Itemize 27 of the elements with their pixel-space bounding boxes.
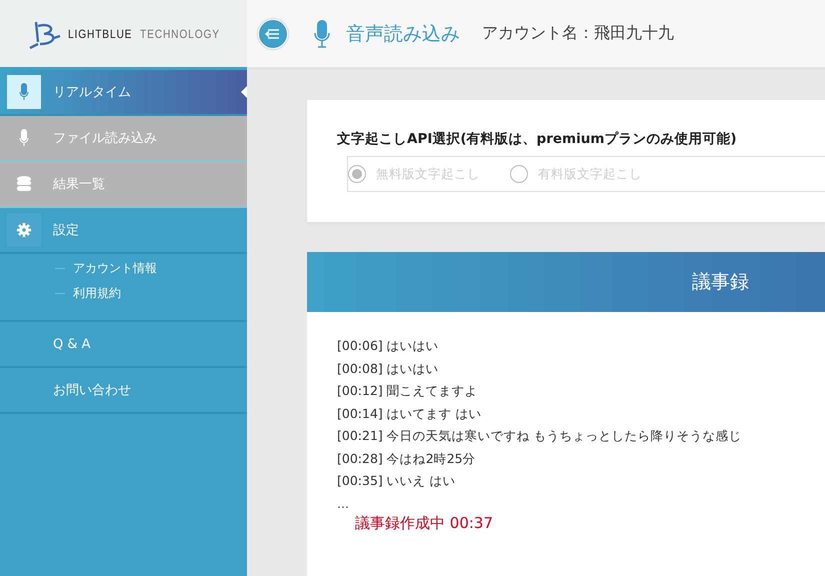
sidebar-subitem[interactable]: アカウント情報: [55, 256, 247, 281]
elapsed-time: 00:37: [450, 514, 494, 532]
api-select-label: 文字起こしAPI選択(有料版は、premiumプランのみ使用可能): [337, 130, 738, 148]
transcript-line: [00:12] 聞こえてますよ: [337, 383, 479, 400]
microphone-icon: [19, 83, 29, 101]
menu-icon: [265, 28, 281, 40]
sidebar-subitem[interactable]: 利用規約: [55, 281, 247, 306]
transcript-line: [00:21] 今日の天気は寒いですね もうちょっとしたら降りそうな感じ: [337, 428, 743, 445]
account-name: アカウント名：飛田九十九: [482, 23, 674, 44]
sidebar-item[interactable]: 設定: [0, 208, 247, 254]
microphone-icon: [314, 18, 330, 48]
page-title: 音声読み込み: [346, 22, 460, 46]
database-icon: [17, 176, 31, 192]
minutes-title: 議事録: [692, 270, 749, 295]
sidebar-toggle-button[interactable]: [258, 18, 288, 48]
ellipsis: ...: [337, 496, 350, 512]
status-label: 議事録作成中: [355, 514, 445, 532]
transcript-line: [00:08] はいはい: [337, 360, 440, 378]
logo-brand: LIGHTBLUE: [68, 26, 132, 40]
transcript-line: [00:06] はいはい: [337, 338, 440, 355]
transcript-line: [00:35] いいえ はい: [337, 473, 457, 490]
microphone-icon: [19, 129, 29, 147]
settings-icon: [17, 223, 31, 237]
transcript-line: [00:28] 今はね2時25分: [337, 450, 477, 468]
transcript-line: [00:14] はいてます はい: [337, 406, 483, 422]
sidebar-item[interactable]: リアルタイム: [0, 70, 247, 116]
logo-suffix: TECHNOLOGY: [140, 26, 220, 40]
